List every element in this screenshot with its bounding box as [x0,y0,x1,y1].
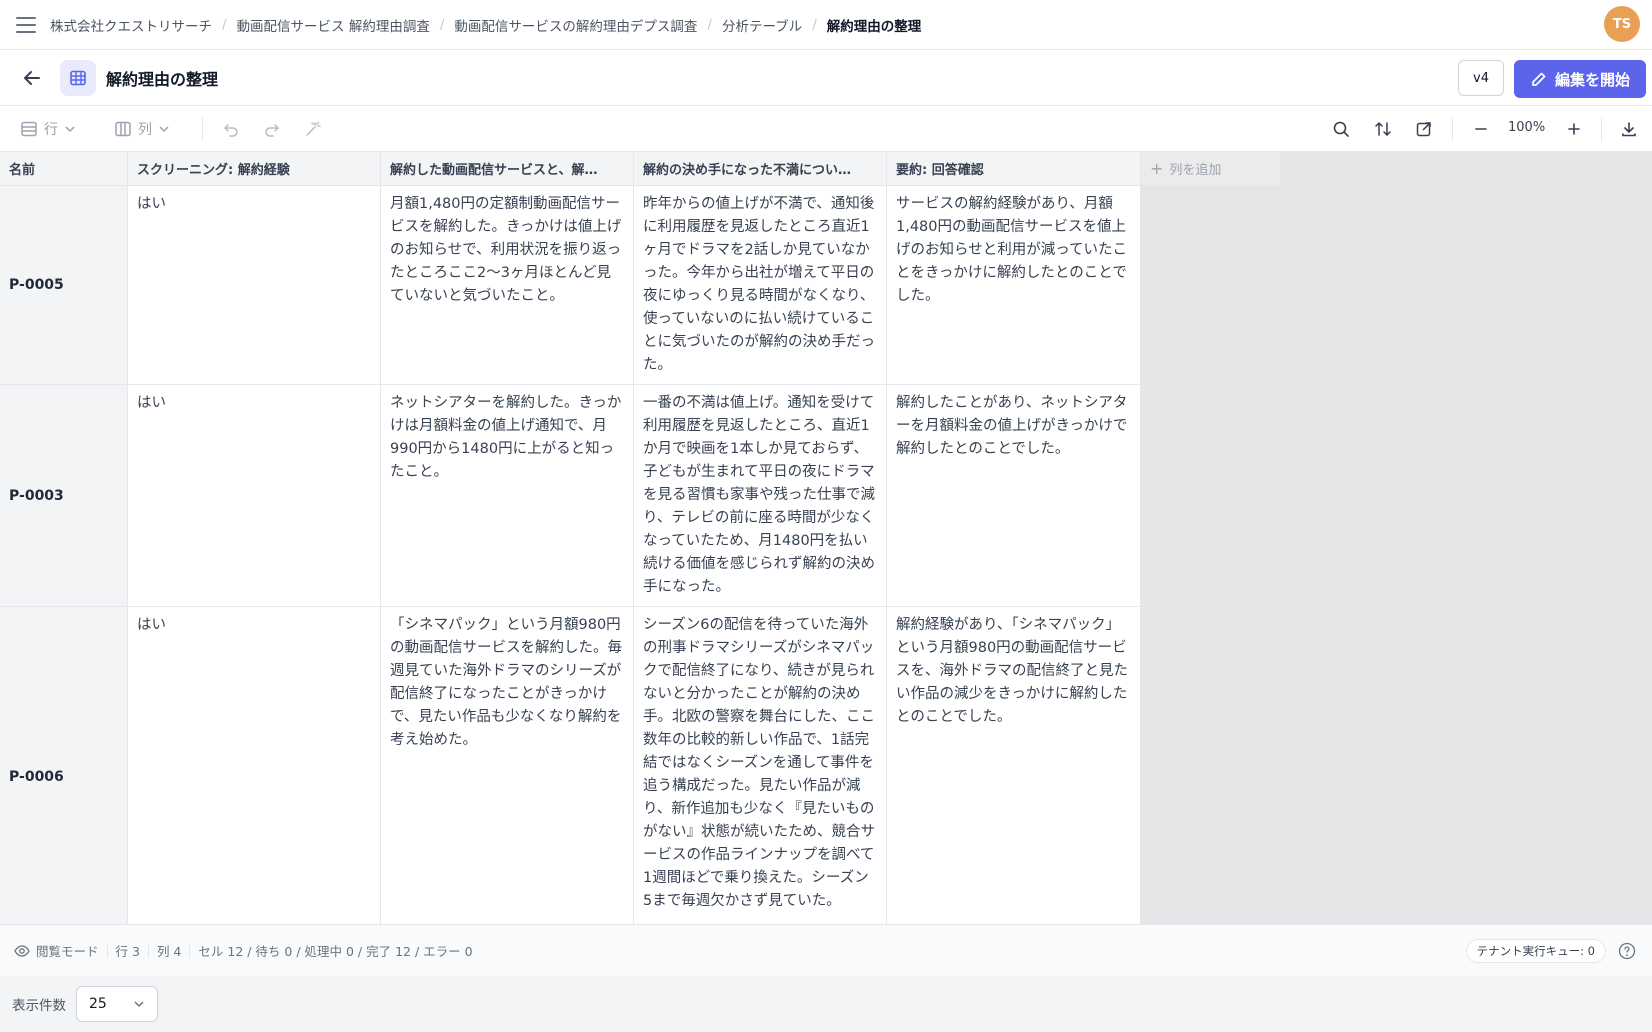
add-column-button[interactable]: + 列を追加 [1141,152,1280,186]
toolbar: 行 列 100% [0,106,1652,152]
page-size-select[interactable]: 25 [76,986,158,1022]
page-size-value: 25 [89,996,107,1012]
row-label: 行 [44,121,58,138]
breadcrumb-company[interactable]: 株式会社クエストリサーチ [50,15,212,35]
breadcrumb: 株式会社クエストリサーチ / 動画配信サービス 解約理由調査 / 動画配信サービ… [50,15,921,35]
status-divider [106,943,108,958]
column-header-summary[interactable]: 要約: 回答確認 [887,152,1141,186]
breadcrumb-separator: / [439,16,445,33]
table-cell[interactable]: はい [128,186,381,385]
title-bar: 解約理由の整理 v4 編集を開始 [0,50,1652,106]
pencil-icon [1532,72,1546,86]
tenant-queue-badge: テナント実行キュー: 0 [1465,939,1606,963]
add-column-label: 列を追加 [1169,163,1222,178]
download-icon[interactable] [1617,117,1641,141]
search-icon[interactable] [1329,117,1353,141]
view-mode-indicator: 閲覧モード [14,941,99,960]
row-menu[interactable]: 行 [20,119,76,139]
open-external-icon[interactable] [1412,117,1436,141]
top-nav: 株式会社クエストリサーチ / 動画配信サービス 解約理由調査 / 動画配信サービ… [0,0,1652,50]
table-cell[interactable]: はい [128,385,381,607]
zoom-level: 100% [1508,120,1546,135]
status-divider [189,943,191,958]
row-name-cell[interactable]: P-0006 [0,607,128,924]
column-menu[interactable]: 列 [114,119,170,139]
row-name-cell[interactable]: P-0003 [0,385,128,607]
table-cell[interactable]: 解約経験があり、「シネマパック」という月額980円の動画配信サービスを、海外ドラ… [887,607,1141,924]
breadcrumb-separator: / [222,16,227,33]
column-header-service[interactable]: 解約した動画配信サービスと、解… [381,152,634,186]
pagination-bar: 表示件数 25 [0,976,1652,1032]
avatar[interactable]: TS [1604,6,1640,42]
start-editing-button[interactable]: 編集を開始 [1514,60,1646,98]
toolbar-divider [1452,117,1453,141]
breadcrumb-current: 解約理由の整理 [826,18,922,35]
table-icon [60,59,96,96]
chevron-down-icon [159,125,169,132]
chevron-down-icon [65,125,75,132]
help-icon[interactable] [1618,942,1636,960]
column-count: 列 4 [156,944,182,959]
table-cell[interactable]: 解約したことがあり、ネットシアターを月額料金の値上げがきっかけで解約したとのこと… [887,385,1141,607]
breadcrumb-analysis-tables[interactable]: 分析テーブル [722,15,802,35]
column-label: 列 [138,121,152,138]
version-button[interactable]: v4 [1458,60,1504,96]
column-header-screening[interactable]: スクリーニング: 解約経験 [128,152,381,186]
eye-icon [14,944,30,957]
back-arrow-icon[interactable] [20,66,44,90]
table-cell[interactable]: 「シネマパック」という月額980円の動画配信サービスを解約した。毎週見ていた海外… [381,607,634,924]
row-name-cell[interactable]: P-0005 [0,186,128,385]
table-cell[interactable]: ネットシアターを解約した。きっかけは月額料金の値上げ通知で、月990円から148… [381,385,634,607]
sort-icon[interactable] [1371,117,1395,141]
columns-icon [115,121,131,136]
cell-progress: セル 12 / 待ち 0 / 処理中 0 / 完了 12 / エラー 0 [198,944,473,959]
rows-icon [21,121,37,136]
status-divider [147,943,149,958]
table-cell[interactable]: シーズン6の配信を待っていた海外の刑事ドラマシリーズがシネマパックで配信終了にな… [634,607,887,924]
plus-icon: + [1150,159,1164,178]
breadcrumb-separator: / [707,16,712,33]
zoom-out-icon[interactable] [1469,117,1493,141]
page-size-label: 表示件数 [12,998,66,1014]
start-editing-label: 編集を開始 [1554,70,1630,89]
view-mode-label: 閲覧モード [36,944,99,959]
table-cell[interactable]: サービスの解約経験があり、月額1,480円の動画配信サービスを値上げのお知らせと… [887,186,1141,385]
row-count: 行 3 [115,944,140,959]
table-cell[interactable]: はい [128,607,381,924]
column-header-name[interactable]: 名前 [0,152,128,186]
menu-icon[interactable] [16,16,36,33]
breadcrumb-study[interactable]: 動画配信サービスの解約理由デプス調査 [454,15,697,35]
chevron-down-icon [134,1001,144,1008]
column-header-reason[interactable]: 解約の決め手になった不満につい… [634,152,887,186]
breadcrumb-project[interactable]: 動画配信サービス 解約理由調査 [237,15,430,35]
breadcrumb-separator: / [812,16,817,33]
page-title: 解約理由の整理 [106,69,219,89]
table-cell[interactable]: 一番の不満は値上げ。通知を受けて利用履歴を見返したところ、直近1か月で映画を1本… [634,385,887,607]
toolbar-divider [202,117,203,141]
data-grid: 名前 スクリーニング: 解約経験 解約した動画配信サービスと、解… 解約の決め手… [0,152,1652,924]
status-bar: 閲覧モード 行 3 列 4 セル 12 / 待ち 0 / 処理中 0 / 完了 … [0,924,1652,976]
toolbar-divider [1601,117,1602,141]
table-cell[interactable]: 月額1,480円の定額制動画配信サービスを解約した。きっかけは値上げのお知らせで… [381,186,634,385]
magic-wand-icon[interactable] [301,117,325,141]
redo-icon[interactable] [260,117,284,141]
undo-icon[interactable] [219,117,243,141]
table-cell[interactable]: 昨年からの値上げが不満で、通知後に利用履歴を見返したところ直近1ヶ月でドラマを2… [634,186,887,385]
zoom-in-icon[interactable] [1562,117,1586,141]
